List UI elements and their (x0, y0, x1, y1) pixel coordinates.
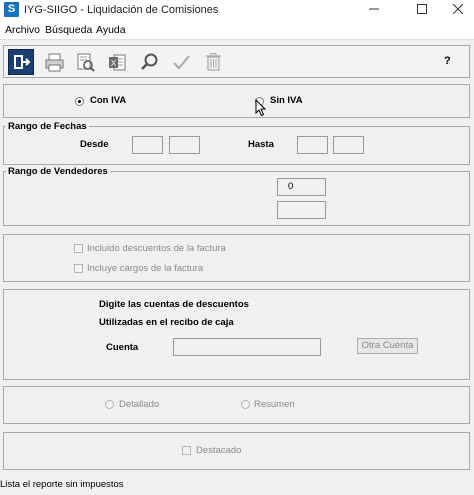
descuentos-label: Incluido descuentos de la factura (87, 243, 226, 254)
minimize-icon (369, 8, 379, 10)
search-button[interactable] (136, 49, 163, 76)
sin-iva-label[interactable]: Sin IVA (270, 95, 303, 106)
window-title: IYG-SIIGO - Liquidación de Comisiones (24, 4, 219, 16)
printer-icon (45, 53, 64, 72)
vendedor-hasta-field[interactable] (277, 201, 326, 219)
close-button[interactable] (438, 0, 474, 20)
cargos-label: Incluye cargos de la factura (87, 263, 204, 274)
vendedores-section: Rango de Vendedores 0 (3, 166, 470, 226)
vendedor-desde-field[interactable]: 0 (277, 178, 326, 196)
resumen-label[interactable]: Resumen (254, 399, 295, 410)
mouse-cursor-icon (255, 99, 267, 117)
destacado-label[interactable]: Destacado (196, 445, 241, 456)
exit-button[interactable] (8, 49, 34, 75)
vendedores-groupbox (3, 171, 470, 226)
cuenta-label: Cuenta (106, 342, 139, 353)
resumen-radio[interactable] (241, 400, 250, 409)
options-panel: Incluido descuentos de la factura Incluy… (3, 234, 470, 282)
cuentas-instruction-2: Utilizadas en el recibo de caja (99, 317, 234, 328)
hasta-label: Hasta (248, 139, 274, 150)
desde-label: Desde (80, 139, 109, 150)
destacado-panel: Destacado (3, 432, 470, 470)
menu-ayuda[interactable]: Ayuda (96, 24, 126, 36)
vendedores-legend: Rango de Vendedores (6, 166, 110, 177)
app-logo-icon: S (4, 2, 19, 17)
svg-text:X: X (111, 59, 117, 68)
preview-button[interactable] (72, 49, 99, 76)
con-iva-radio[interactable] (75, 97, 84, 106)
fechas-legend: Rango de Fechas (6, 121, 89, 132)
otra-cuenta-button[interactable]: Otra Cuenta (357, 338, 418, 354)
maximize-icon (417, 4, 427, 14)
iva-panel: Con IVA Sin IVA (3, 84, 470, 118)
hasta-field-1[interactable] (297, 136, 328, 154)
status-bar-text: Lista el reporte sin impuestos (0, 479, 124, 490)
cuentas-instruction-1: Digite las cuentas de descuentos (99, 299, 249, 310)
desde-field-2[interactable] (169, 136, 200, 154)
menu-busqueda[interactable]: Búsqueda (45, 24, 92, 36)
destacado-checkbox[interactable] (182, 446, 191, 455)
accept-button[interactable] (168, 49, 195, 76)
print-preview-icon (77, 53, 95, 72)
excel-export-button[interactable]: X (104, 49, 131, 76)
detallado-label[interactable]: Detallado (119, 399, 159, 410)
search-icon (141, 53, 158, 70)
tipo-panel: Detallado Resumen (3, 386, 470, 424)
exit-door-icon (14, 55, 31, 69)
minimize-button[interactable] (354, 0, 394, 20)
menu-archivo[interactable]: Archivo (5, 24, 40, 36)
cargos-checkbox[interactable] (74, 264, 83, 273)
desde-field-1[interactable] (132, 136, 163, 154)
excel-icon: X (109, 54, 126, 71)
cuenta-field[interactable] (173, 338, 321, 356)
cuentas-panel: Digite las cuentas de descuentos Utiliza… (3, 289, 470, 380)
descuentos-checkbox[interactable] (74, 244, 83, 253)
toolbar: X ? (3, 45, 470, 78)
close-icon (452, 3, 464, 15)
delete-button[interactable] (200, 49, 227, 76)
menu-bar: Archivo Búsqueda Ayuda (0, 20, 474, 40)
checkmark-icon (173, 55, 190, 70)
title-bar: S IYG-SIIGO - Liquidación de Comisiones (0, 0, 474, 20)
help-button[interactable]: ? (444, 55, 451, 67)
maximize-button[interactable] (402, 0, 442, 20)
print-button[interactable] (41, 49, 68, 76)
con-iva-label[interactable]: Con IVA (90, 95, 126, 106)
hasta-field-2[interactable] (333, 136, 364, 154)
fechas-section: Rango de Fechas Desde Hasta (3, 121, 470, 165)
detallado-radio[interactable] (105, 400, 114, 409)
trash-icon (206, 53, 221, 71)
